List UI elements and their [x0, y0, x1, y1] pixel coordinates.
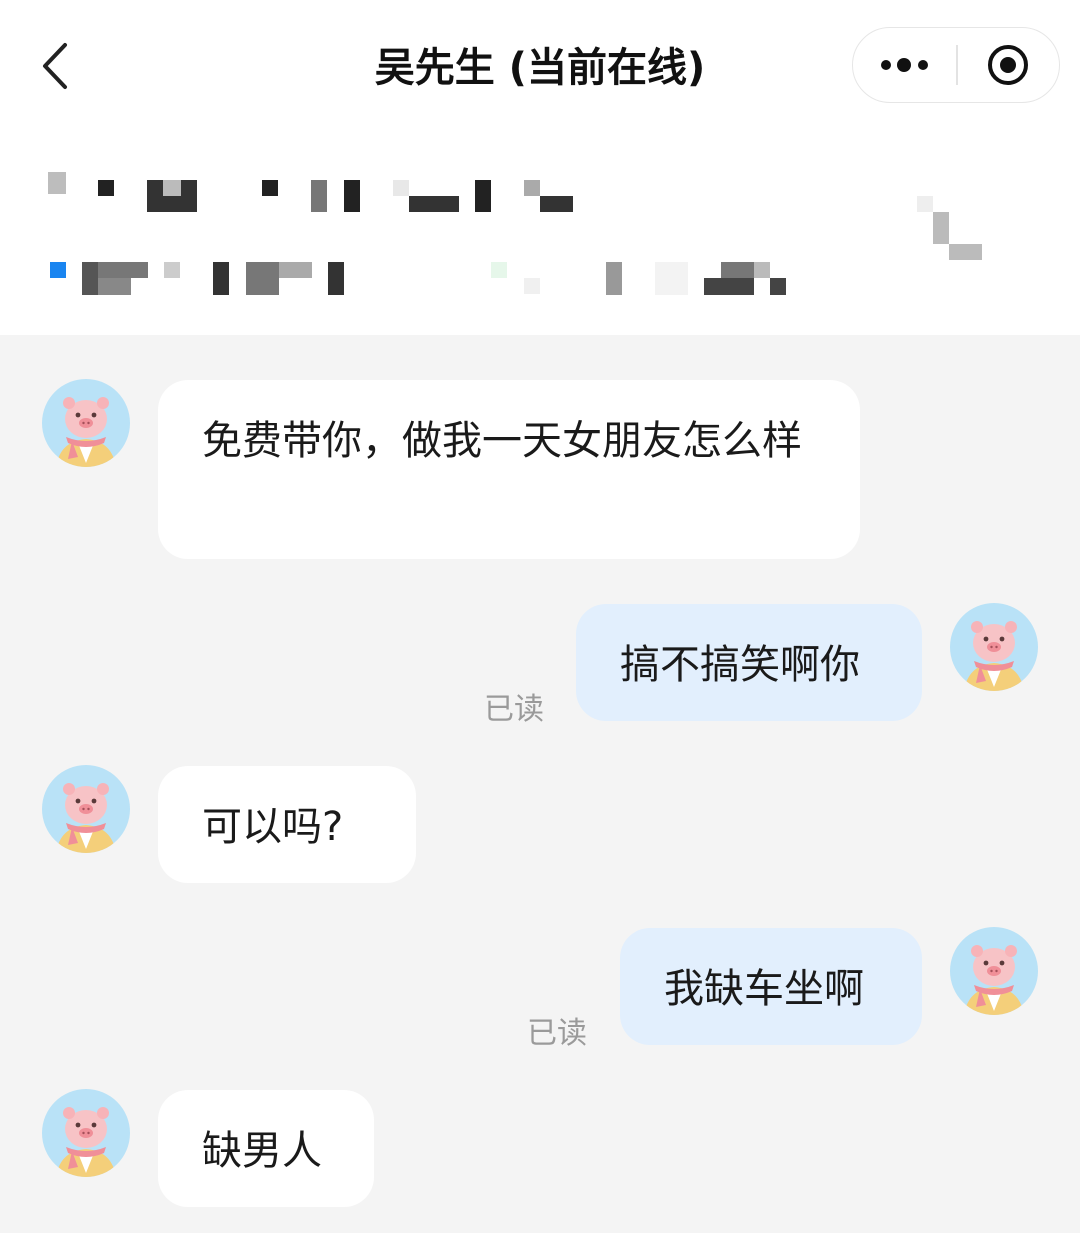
contact-avatar[interactable] — [42, 1089, 130, 1177]
chat-header: 吴先生 (当前在线) — [0, 0, 1080, 335]
read-status: 已读 — [484, 692, 544, 727]
message-text: 免费带你，做我一天女朋友怎么样 — [202, 418, 802, 464]
message-text: 缺男人 — [202, 1128, 322, 1174]
record-circle-icon — [988, 45, 1029, 85]
incoming-message-bubble[interactable]: 免费带你，做我一天女朋友怎么样 — [158, 380, 860, 559]
chat-title: 吴先生 (当前在线) — [374, 45, 706, 91]
chevron-left-icon — [43, 43, 67, 89]
outgoing-message-bubble[interactable]: 我缺车坐啊 — [620, 928, 922, 1045]
more-button[interactable] — [853, 27, 956, 103]
contact-avatar[interactable] — [42, 379, 130, 467]
more-dots-icon — [880, 58, 928, 72]
message-text: 我缺车坐啊 — [664, 966, 864, 1012]
outgoing-message-bubble[interactable]: 搞不搞笑啊你 — [576, 604, 922, 721]
incoming-message-bubble[interactable]: 缺男人 — [158, 1090, 374, 1207]
user-avatar[interactable] — [950, 603, 1038, 691]
user-avatar[interactable] — [950, 927, 1038, 1015]
close-button[interactable] — [958, 27, 1059, 103]
message-text: 搞不搞笑啊你 — [620, 642, 860, 688]
mini-program-capsule — [852, 27, 1060, 103]
read-status: 已读 — [527, 1016, 587, 1051]
back-button[interactable] — [30, 38, 80, 94]
message-text: 可以吗? — [202, 804, 344, 850]
incoming-message-bubble[interactable]: 可以吗? — [158, 766, 416, 883]
contact-avatar[interactable] — [42, 765, 130, 853]
